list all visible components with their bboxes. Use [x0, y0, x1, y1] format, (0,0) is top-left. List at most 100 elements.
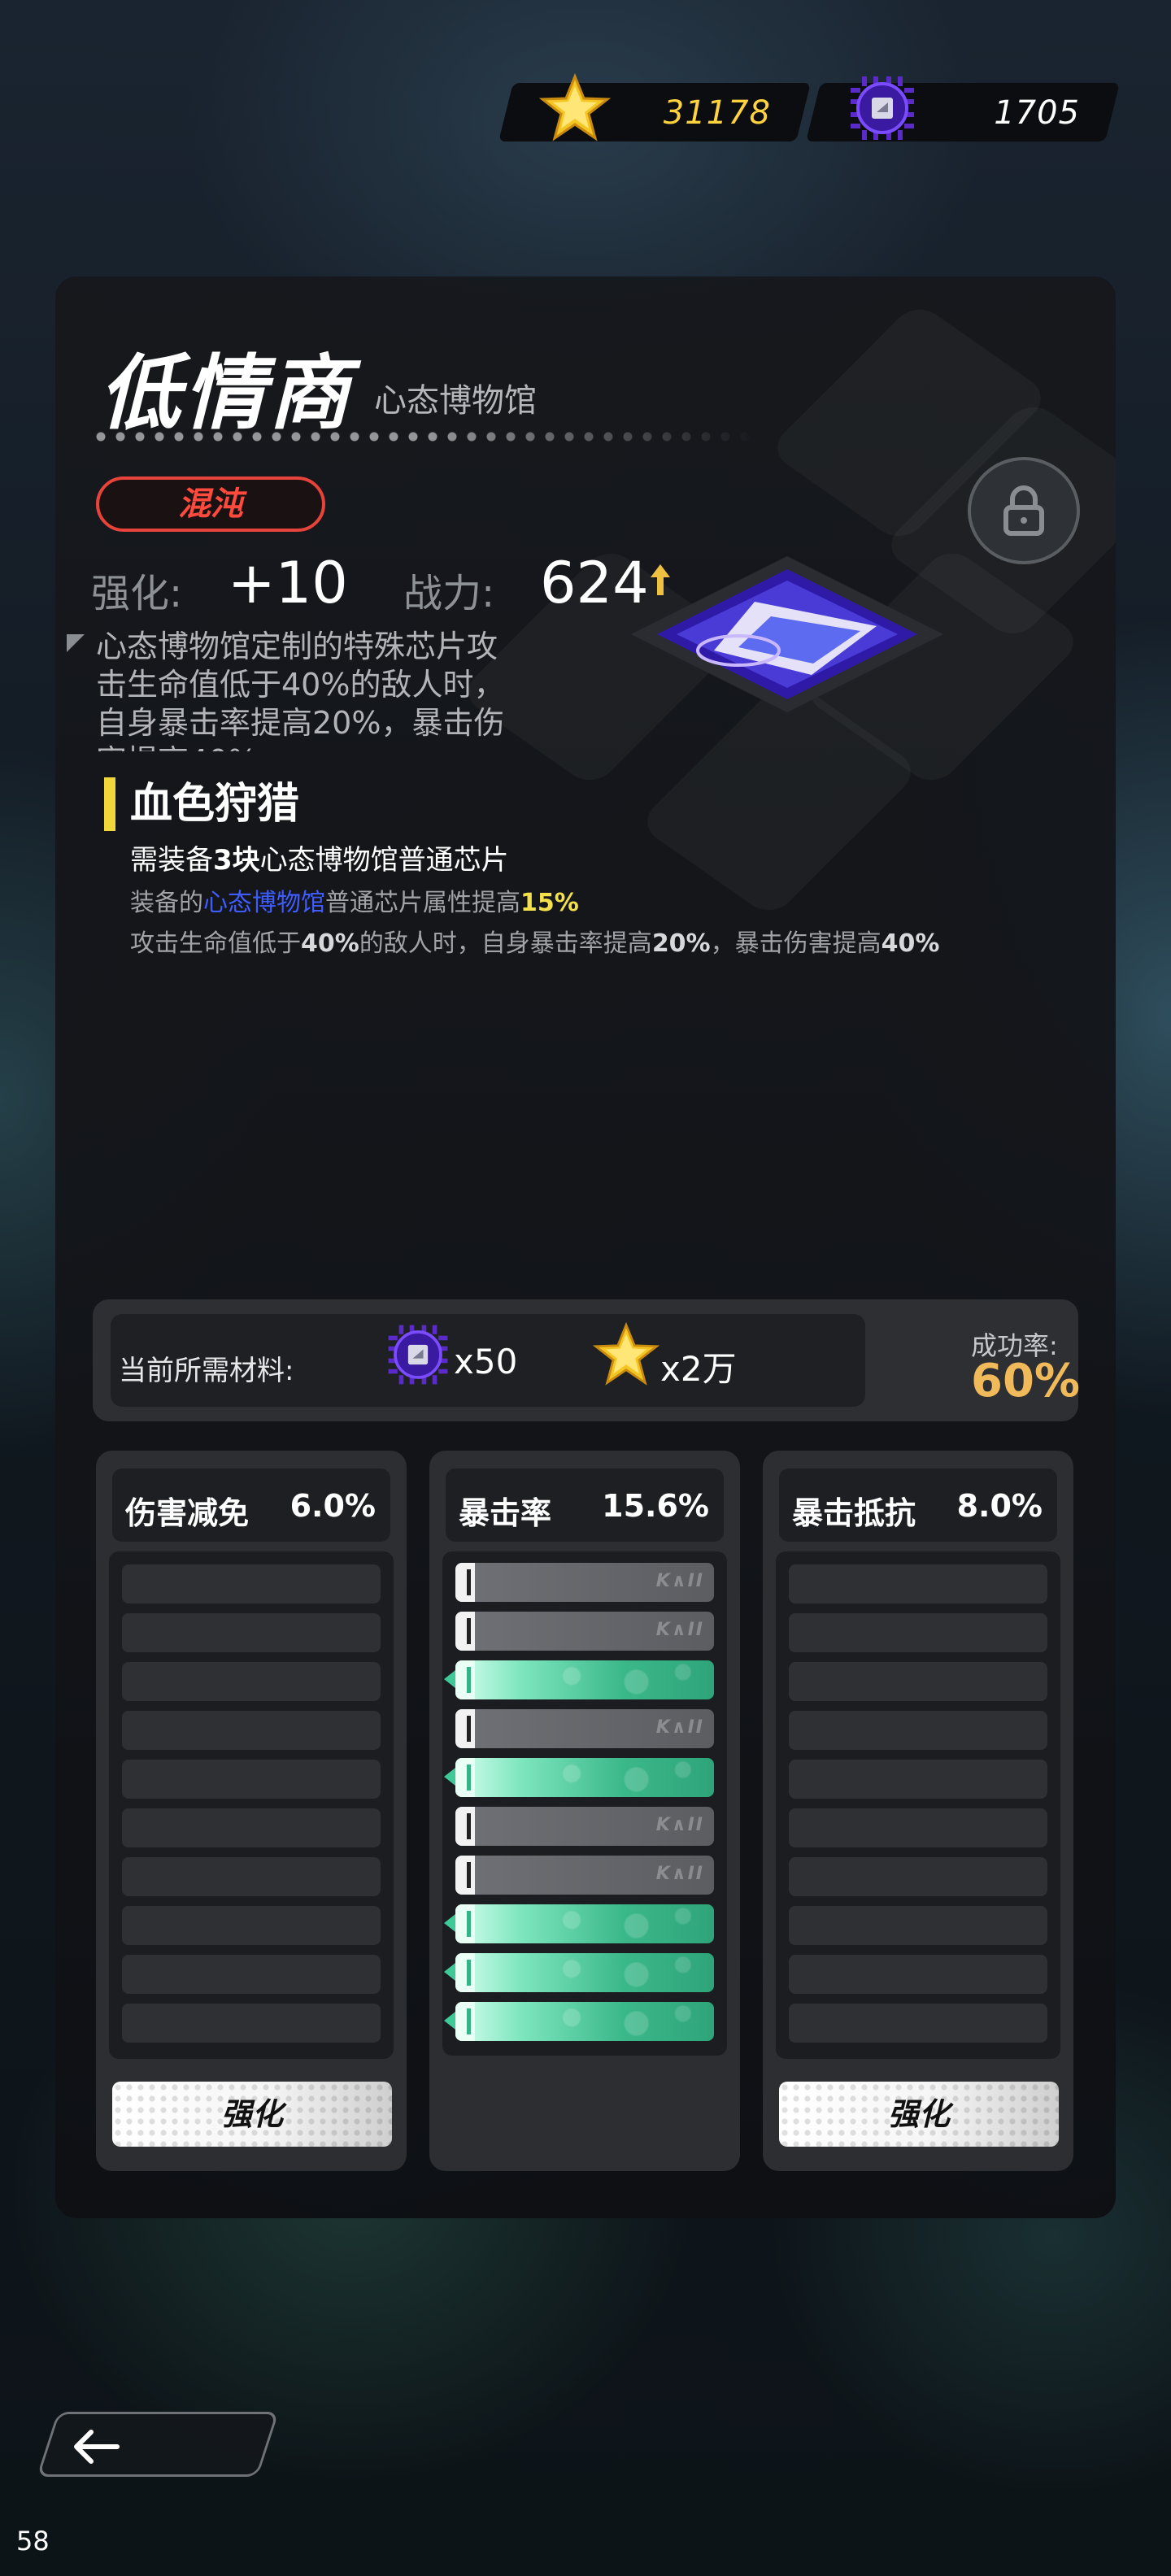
empty-slot	[789, 1955, 1047, 1994]
chip-material-qty: x50	[454, 1342, 518, 1382]
empty-slot	[789, 2004, 1047, 2043]
filled-slot-active	[444, 2002, 714, 2041]
slot-mark: K∧II	[655, 1571, 704, 1591]
star-icon	[538, 73, 612, 141]
set-marker	[104, 777, 115, 831]
filled-slot-active	[444, 1660, 714, 1699]
empty-slot	[122, 1955, 381, 1994]
attr-name: 暴击抵抗	[792, 1495, 916, 1531]
filled-slot-active	[444, 1904, 714, 1943]
empty-slot	[789, 1906, 1047, 1945]
title-divider	[91, 431, 758, 442]
chip-emblem-icon	[631, 556, 943, 712]
chip-material-icon	[388, 1325, 448, 1385]
empty-slot	[789, 1760, 1047, 1799]
star-material-icon	[592, 1321, 660, 1386]
empty-slot	[122, 1857, 381, 1896]
empty-slot	[122, 1808, 381, 1847]
description-corner	[67, 634, 85, 652]
chip-series: 心态博物馆	[374, 382, 537, 420]
slot-indicator	[444, 2012, 455, 2030]
attr-slots	[776, 1551, 1060, 2059]
success-rate-value: 60%	[971, 1355, 1081, 1408]
star-amount: 31178	[663, 94, 771, 132]
filled-slot-inactive: K∧II	[455, 1709, 714, 1748]
filled-slot-inactive: K∧II	[455, 1612, 714, 1651]
enhance-level: +10	[228, 550, 348, 616]
slot-cap	[455, 1953, 475, 1992]
chip-description: 心态博物馆定制的特殊芯片攻击生命值低于40%的敌人时，自身暴击率提高20%，暴击…	[96, 629, 505, 751]
slot-cap	[455, 1758, 475, 1797]
slot-mark: K∧II	[655, 1620, 704, 1640]
set-effect-2: 攻击生命值低于40%的敌人时，自身暴击率提高20%，暴击伤害提高40%	[130, 929, 940, 958]
back-button[interactable]	[37, 2412, 279, 2477]
empty-slot	[789, 1662, 1047, 1701]
filled-slot-active	[444, 1758, 714, 1797]
chip-icon	[851, 76, 914, 140]
star-material-qty: x2万	[660, 1349, 737, 1389]
attr-slots	[109, 1551, 394, 2059]
attr-percent: 15.6%	[602, 1488, 709, 1524]
set-name: 血色狩猎	[130, 780, 300, 829]
empty-slot	[789, 1613, 1047, 1652]
filled-slot-active	[444, 1953, 714, 1992]
slot-cap	[455, 1904, 475, 1943]
series-link[interactable]: 心态博物馆	[203, 889, 325, 917]
attr-name: 伤害减免	[125, 1495, 250, 1531]
lock-icon	[1003, 485, 1044, 536]
attr-slots: K∧II K∧II K∧II K∧II K∧II	[442, 1551, 727, 2056]
slot-mark: K∧II	[655, 1864, 704, 1884]
empty-slot	[789, 1564, 1047, 1603]
attr-percent: 6.0%	[289, 1488, 376, 1524]
chip-amount: 1705	[994, 94, 1080, 132]
filled-slot-inactive: K∧II	[455, 1563, 714, 1602]
slot-indicator	[444, 1768, 455, 1786]
slot-indicator	[444, 1670, 455, 1688]
empty-slot	[789, 1857, 1047, 1896]
empty-slot	[122, 1711, 381, 1750]
lock-button[interactable]	[968, 457, 1080, 564]
slot-cap	[455, 1856, 475, 1895]
set-effect-1: 装备的心态博物馆普通芯片属性提高15%	[130, 889, 579, 917]
attr-header: 暴击抵抗 8.0%	[779, 1469, 1057, 1542]
empty-slot	[122, 1564, 381, 1603]
slot-mark: K∧II	[655, 1717, 704, 1738]
slot-cap	[455, 1660, 475, 1699]
back-arrow-icon	[74, 2430, 120, 2464]
attr-percent: 8.0%	[956, 1488, 1043, 1524]
empty-slot	[789, 1711, 1047, 1750]
star-currency[interactable]: 31178	[498, 73, 811, 141]
attr-column-crit-rate: 暴击率 15.6% K∧II K∧II K∧II K∧II K∧II	[429, 1451, 740, 2171]
filled-slot-inactive: K∧II	[455, 1856, 714, 1895]
slot-mark: K∧II	[655, 1815, 704, 1835]
empty-slot	[122, 1760, 381, 1799]
chip-name: 低情商	[99, 345, 353, 441]
fps-counter: 58	[16, 2526, 50, 2556]
materials-panel: 当前所需材料: x50 x2万 成功率: 60%	[93, 1299, 1081, 1421]
enhance-button[interactable]: 强化	[112, 2082, 392, 2147]
empty-slot	[122, 1662, 381, 1701]
attr-header: 暴击率 15.6%	[446, 1469, 724, 1542]
slot-cap	[455, 1563, 475, 1602]
empty-slot	[122, 2004, 381, 2043]
power-label: 战力:	[403, 571, 495, 616]
slot-indicator	[444, 1914, 455, 1932]
slot-indicator	[444, 1963, 455, 1981]
chip-detail-card: 低情商 心态博物馆 混沌 强化: +10 战力: 624 心态博物馆定制的特殊芯…	[55, 276, 1116, 2218]
slot-cap	[455, 1709, 475, 1748]
enhance-label: 强化:	[91, 571, 183, 616]
filled-slot-inactive: K∧II	[455, 1807, 714, 1846]
chip-currency[interactable]: 1705	[806, 76, 1120, 141]
empty-slot	[122, 1613, 381, 1652]
set-requirement: 需装备3块心态博物馆普通芯片	[130, 844, 509, 877]
empty-slot	[122, 1906, 381, 1945]
slot-cap	[455, 2002, 475, 2041]
attr-name: 暴击率	[459, 1495, 552, 1531]
slot-cap	[455, 1612, 475, 1651]
slot-cap	[455, 1807, 475, 1846]
rarity-badge: 混沌	[96, 476, 325, 532]
empty-slot	[789, 1808, 1047, 1847]
attr-column-crit-resist: 暴击抵抗 8.0% 强化	[763, 1451, 1073, 2171]
enhance-button[interactable]: 强化	[779, 2082, 1059, 2147]
materials-label: 当前所需材料:	[119, 1355, 294, 1387]
